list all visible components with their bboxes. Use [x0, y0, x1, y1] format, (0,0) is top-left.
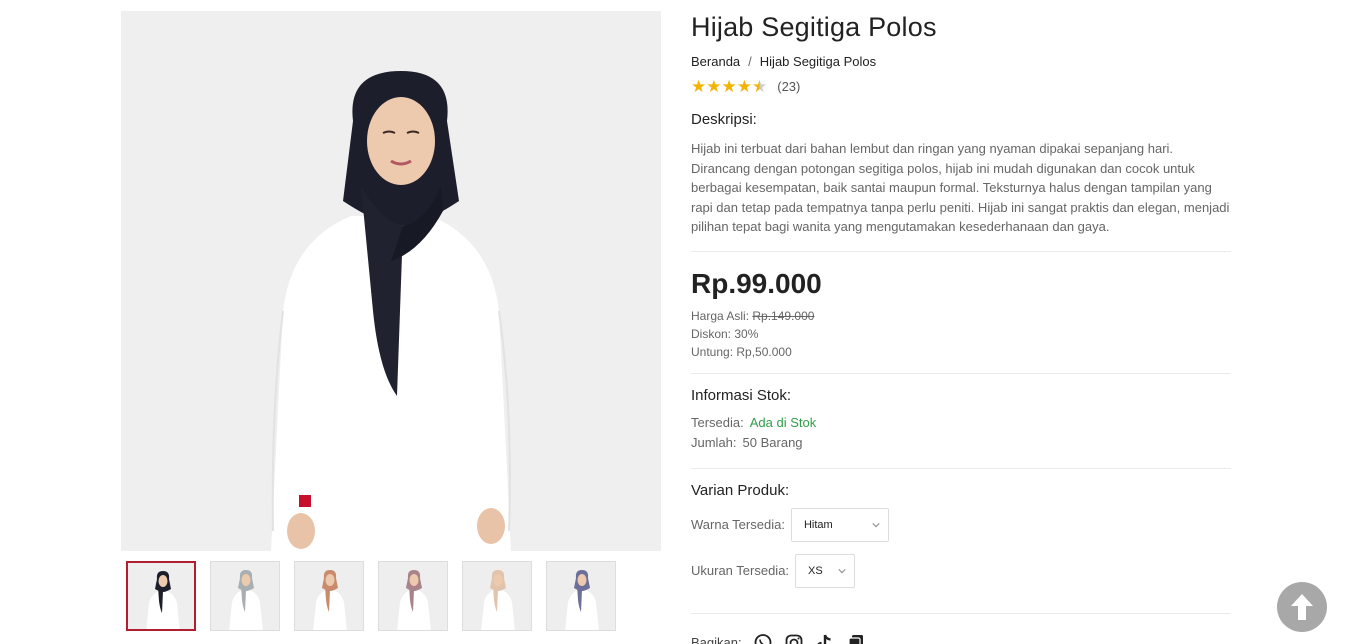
size-select-value: XS: [808, 564, 823, 577]
breadcrumb-home[interactable]: Beranda: [691, 54, 740, 70]
availability-value: Ada di Stok: [749, 414, 817, 430]
profit-text: Untung: Rp,50.000: [691, 344, 792, 359]
variant-label: Varian Produk:: [691, 481, 790, 499]
rating-count: (23): [777, 78, 801, 94]
breadcrumb: Beranda / Hijab Segitiga Polos: [691, 54, 1231, 70]
description-label: Deskripsi:: [691, 111, 757, 128]
thumbnail-image: [211, 562, 279, 630]
color-variant-row: Warna Tersedia: Hitam: [691, 507, 1231, 542]
whatsapp-icon[interactable]: [752, 632, 774, 644]
rating: ★ ★ ★ ★ ★ (23): [691, 77, 1231, 95]
color-label: Warna Tersedia:: [691, 517, 785, 533]
availability-label: Tersedia:: [691, 414, 744, 430]
breadcrumb-current: Hijab Segitiga Polos: [759, 54, 877, 69]
thumbnail-4[interactable]: [378, 561, 448, 631]
thumbnail-image: [379, 562, 447, 630]
star-icon: ★: [691, 76, 707, 96]
chevron-down-icon: [872, 523, 880, 528]
thumbnail-3[interactable]: [294, 561, 364, 631]
copy-link-icon[interactable]: [845, 632, 867, 644]
product-price: Rp.99.000: [691, 267, 822, 299]
thumbnail-image: [128, 563, 194, 629]
price-details: Harga Asli: Rp.149.000 Diskon: 30% Untun…: [691, 307, 1231, 361]
divider: [691, 612, 1231, 614]
quantity-label: Jumlah:: [691, 434, 737, 450]
scroll-to-top-button[interactable]: [1277, 582, 1327, 632]
rating-stars: ★ ★ ★ ★ ★: [691, 78, 767, 95]
divider: [691, 467, 1231, 469]
stock-label: Informasi Stok:: [691, 386, 792, 404]
size-label: Ukuran Tersedia:: [691, 563, 790, 579]
star-icon: ★: [706, 76, 722, 96]
thumbnail-6[interactable]: [546, 561, 616, 631]
description-text: Hijab ini terbuat dari bahan lembut dan …: [691, 141, 1230, 235]
color-select[interactable]: Hitam: [790, 507, 889, 542]
share-row: Bagikan:: [691, 632, 1231, 644]
quantity-value: 50 Barang: [742, 434, 803, 450]
thumbnail-strip: [126, 561, 616, 631]
size-variant-row: Ukuran Tersedia: XS: [691, 553, 1231, 588]
star-icon: ★: [736, 76, 752, 96]
product-info: Hijab Segitiga Polos Beranda / Hijab Seg…: [691, 10, 1231, 644]
chevron-down-icon: [838, 569, 846, 574]
thumbnail-image: [547, 562, 615, 630]
product-title: Hijab Segitiga Polos: [691, 12, 937, 42]
star-icon: ★: [721, 76, 737, 96]
original-price: Rp.149.000: [752, 308, 815, 323]
divider: [691, 250, 1231, 252]
product-main-image[interactable]: [121, 11, 661, 551]
original-price-row: Harga Asli: Rp.149.000: [691, 307, 1231, 325]
arrow-up-icon: [1291, 594, 1313, 620]
star-half-icon: ★: [752, 76, 768, 96]
stock-quantity-row: Jumlah: 50 Barang: [691, 433, 1231, 453]
thumbnail-image: [463, 562, 531, 630]
instagram-icon[interactable]: [783, 632, 805, 644]
stock-availability-row: Tersedia: Ada di Stok: [691, 413, 1231, 433]
thumbnail-1[interactable]: [126, 561, 196, 631]
stock-info: Tersedia: Ada di Stok Jumlah: 50 Barang: [691, 413, 1231, 453]
thumbnail-5[interactable]: [462, 561, 532, 631]
discount-text: Diskon: 30%: [691, 326, 759, 341]
divider: [691, 372, 1231, 374]
original-price-label: Harga Asli:: [691, 308, 753, 323]
share-label: Bagikan:: [691, 635, 742, 644]
model-photo: [121, 11, 661, 551]
thumbnail-image: [295, 562, 363, 630]
thumbnail-2[interactable]: [210, 561, 280, 631]
color-select-value: Hitam: [803, 518, 833, 531]
tiktok-icon[interactable]: [814, 632, 836, 644]
breadcrumb-separator: /: [748, 54, 752, 69]
size-select[interactable]: XS: [795, 553, 856, 588]
